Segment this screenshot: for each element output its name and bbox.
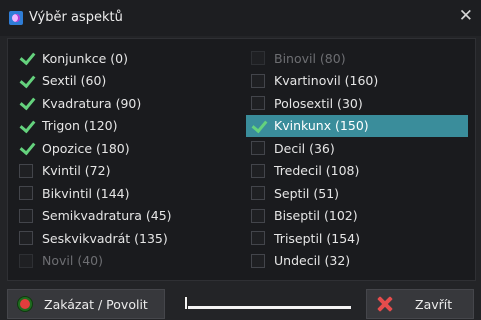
aspect-label: Septil (51) — [274, 185, 340, 201]
aspect-checkbox[interactable] — [251, 163, 265, 178]
aspect-checkbox[interactable] — [19, 51, 33, 65]
aspect-label: Tredecil (108) — [274, 163, 360, 179]
aspect-label: Undecil (32) — [274, 253, 351, 269]
aspect-item[interactable]: Bikvintil (144) — [14, 182, 244, 205]
aspect-checkbox — [19, 253, 33, 268]
aspect-label: Seskvikvadrát (135) — [42, 230, 168, 246]
aspect-item: Binovil (80) — [246, 47, 468, 70]
aspect-item[interactable]: Kvintil (72) — [14, 160, 244, 183]
close-window-icon[interactable]: ✕ — [459, 7, 473, 25]
aspect-checkbox[interactable] — [251, 141, 265, 156]
aspect-checkbox[interactable] — [19, 231, 33, 246]
aspect-item[interactable]: Biseptil (102) — [246, 205, 468, 228]
aspect-label: Novil (40) — [42, 253, 103, 269]
aspect-item[interactable]: Triseptil (154) — [246, 227, 468, 250]
aspect-checkbox[interactable] — [251, 73, 265, 88]
aspect-label: Trigon (120) — [42, 118, 118, 134]
aspect-item[interactable]: Kvinkunx (150) — [246, 114, 468, 137]
aspect-checkbox[interactable] — [251, 119, 265, 133]
aspect-label: Konjunkce (0) — [42, 50, 128, 66]
orb-slider[interactable] — [184, 294, 351, 314]
aspect-checkbox[interactable] — [19, 141, 33, 155]
aspect-label: Biseptil (102) — [274, 208, 358, 224]
aspect-checkbox[interactable] — [251, 186, 265, 201]
aspect-checkbox[interactable] — [251, 231, 265, 246]
close-button[interactable]: Zavřít — [366, 289, 474, 319]
aspect-item[interactable]: Kvadratura (90) — [14, 92, 244, 115]
close-button-label: Zavřít — [415, 296, 453, 312]
aspect-checkbox[interactable] — [19, 186, 33, 201]
aspect-label: Kvintil (72) — [42, 163, 111, 179]
toggle-button-label: Zakázat / Povolit — [44, 296, 148, 312]
aspect-item[interactable]: Trigon (120) — [14, 115, 244, 138]
aspect-checkbox[interactable] — [19, 208, 33, 223]
aspect-column-right: Binovil (80) Kvartinovil (160) Polosextil … — [246, 47, 468, 272]
aspect-label: Sextil (60) — [42, 73, 107, 89]
aspect-item[interactable]: Seskvikvadrát (135) — [14, 227, 244, 250]
aspect-item[interactable]: Sextil (60) — [14, 70, 244, 93]
slider-handle[interactable] — [184, 296, 188, 310]
window-title: Výběr aspektů — [29, 10, 123, 25]
aspect-item[interactable]: Undecil (32) — [246, 250, 468, 273]
aspect-checkbox[interactable] — [19, 119, 33, 133]
footer-bar: Zakázat / Povolit Zavřít — [0, 284, 481, 320]
aspect-label: Kvadratura (90) — [42, 95, 142, 111]
aspect-label: Polosextil (30) — [274, 95, 363, 111]
aspect-checkbox[interactable] — [251, 96, 265, 111]
slider-track — [186, 306, 351, 309]
aspect-label: Decil (36) — [274, 140, 335, 156]
aspect-checkbox[interactable] — [251, 253, 265, 268]
aspect-column-left: Konjunkce (0) Sextil (60) Kvadratura (90) T… — [14, 47, 244, 272]
aspect-label: Triseptil (154) — [274, 230, 360, 246]
title-bar: Výběr aspektů ✕ — [0, 0, 481, 36]
aspect-item[interactable]: Tredecil (108) — [246, 160, 468, 183]
aspect-label: Semikvadratura (45) — [42, 208, 172, 224]
aspect-checkbox[interactable] — [251, 208, 265, 223]
aspect-item[interactable]: Semikvadratura (45) — [14, 205, 244, 228]
aspect-item[interactable]: Polosextil (30) — [246, 92, 468, 115]
aspect-checkbox[interactable] — [19, 163, 33, 178]
aspect-label: Bikvintil (144) — [42, 185, 130, 201]
app-icon — [9, 11, 23, 25]
aspect-item: Novil (40) — [14, 250, 244, 273]
red-green-dot-icon — [20, 299, 30, 309]
aspect-item[interactable]: Septil (51) — [246, 182, 468, 205]
aspect-label: Kvartinovil (160) — [274, 73, 379, 89]
aspect-label: Opozice (180) — [42, 140, 130, 156]
aspect-label: Kvinkunx (150) — [274, 118, 369, 134]
aspect-list-panel: Konjunkce (0) Sextil (60) Kvadratura (90) T… — [7, 38, 476, 281]
aspect-item[interactable]: Opozice (180) — [14, 137, 244, 160]
aspect-checkbox — [251, 51, 265, 66]
aspect-checkbox[interactable] — [19, 74, 33, 88]
aspect-label: Binovil (80) — [274, 50, 346, 66]
red-x-icon — [377, 296, 393, 312]
aspect-item[interactable]: Konjunkce (0) — [14, 47, 244, 70]
aspect-item[interactable]: Kvartinovil (160) — [246, 70, 468, 93]
toggle-button[interactable]: Zakázat / Povolit — [7, 289, 165, 319]
aspect-item[interactable]: Decil (36) — [246, 137, 468, 160]
aspect-checkbox[interactable] — [19, 96, 33, 110]
